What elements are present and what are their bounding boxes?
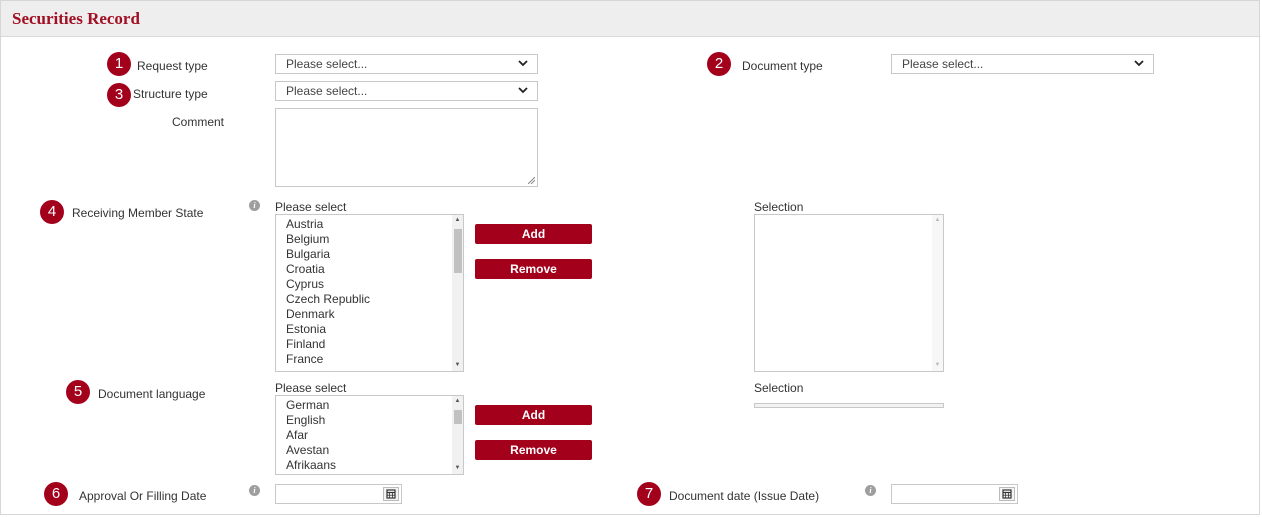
list-item[interactable]: Czech Republic [286,292,370,307]
scroll-down-icon[interactable]: ▼ [452,360,463,371]
document-language-label: Document language [98,387,206,401]
list-item[interactable]: Avestan [286,443,336,458]
language-list-heading: Please select [275,381,347,395]
add-member-state-button[interactable]: Add [475,224,592,244]
list-item[interactable]: Croatia [286,262,370,277]
calendar-glyph-icon [1002,489,1012,499]
step-badge-4: 4 [40,200,64,224]
calendar-glyph-icon [386,489,396,499]
chevron-down-icon [1134,60,1144,67]
scroll-down-icon[interactable]: ▼ [932,360,943,371]
scrollbar[interactable]: ▲ ▼ [932,215,943,371]
request-type-label: Request type [137,59,208,73]
approval-date-label: Approval Or Filling Date [79,489,207,503]
scroll-up-icon[interactable]: ▲ [452,215,463,226]
document-type-value: Please select... [902,57,984,71]
request-type-select[interactable]: Please select... [275,54,538,74]
structure-type-value: Please select... [286,84,368,98]
info-icon[interactable]: i [249,485,260,496]
scroll-thumb[interactable] [454,229,462,273]
list-item[interactable]: English [286,413,336,428]
scroll-up-icon[interactable]: ▲ [452,396,463,407]
request-type-value: Please select... [286,57,368,71]
step-badge-5: 5 [66,380,90,404]
language-options: German English Afar Avestan Afrikaans [286,398,336,473]
list-item[interactable]: Afar [286,428,336,443]
receiving-member-state-label: Receiving Member State [72,206,204,220]
list-item[interactable]: German [286,398,336,413]
structure-type-select[interactable]: Please select... [275,81,538,101]
add-language-button[interactable]: Add [475,405,592,425]
chevron-down-icon [518,87,528,94]
document-type-label: Document type [742,59,823,73]
step-badge-3: 3 [107,83,131,107]
document-date-input[interactable] [891,484,1018,504]
member-state-options: Austria Belgium Bulgaria Croatia Cyprus … [286,217,370,367]
info-icon[interactable]: i [249,200,260,211]
list-item[interactable]: Austria [286,217,370,232]
step-badge-2: 2 [707,52,731,76]
structure-type-label: Structure type [133,87,208,101]
member-state-listbox[interactable]: Austria Belgium Bulgaria Croatia Cyprus … [275,214,464,372]
calendar-icon[interactable] [999,487,1015,501]
chevron-down-icon [518,60,528,67]
step-badge-7: 7 [637,482,661,506]
scrollbar[interactable]: ▲ ▼ [452,215,463,371]
list-item[interactable]: France [286,352,370,367]
list-item[interactable]: Afrikaans [286,458,336,473]
member-state-list-heading: Please select [275,200,347,214]
document-date-label: Document date (Issue Date) [669,489,820,503]
document-type-select[interactable]: Please select... [891,54,1154,74]
scroll-down-icon[interactable]: ▼ [452,463,463,474]
scroll-up-icon[interactable]: ▲ [932,215,943,226]
list-item[interactable]: Estonia [286,322,370,337]
page-title: Securities Record [12,9,140,28]
form-panel [0,0,1260,515]
resize-handle-icon[interactable] [528,177,535,184]
step-badge-1: 1 [107,52,131,76]
language-selection-heading: Selection [754,381,804,395]
list-item[interactable]: Belgium [286,232,370,247]
approval-date-input[interactable] [275,484,402,504]
language-listbox[interactable]: German English Afar Avestan Afrikaans ▲ … [275,395,464,475]
list-item[interactable]: Finland [286,337,370,352]
member-state-selection-listbox[interactable]: ▲ ▼ [754,214,944,372]
language-selection-listbox[interactable] [754,403,944,408]
list-item[interactable]: Bulgaria [286,247,370,262]
remove-language-button[interactable]: Remove [475,440,592,460]
list-item[interactable]: Cyprus [286,277,370,292]
step-badge-6: 6 [44,482,68,506]
comment-label: Comment [172,115,225,129]
member-state-selection-heading: Selection [754,200,804,214]
scroll-thumb[interactable] [454,410,462,424]
remove-member-state-button[interactable]: Remove [475,259,592,279]
scrollbar[interactable]: ▲ ▼ [452,396,463,474]
panel-header: Securities Record [1,1,1259,37]
info-icon[interactable]: i [865,485,876,496]
calendar-icon[interactable] [383,487,399,501]
comment-textarea[interactable] [275,108,538,187]
list-item[interactable]: Denmark [286,307,370,322]
